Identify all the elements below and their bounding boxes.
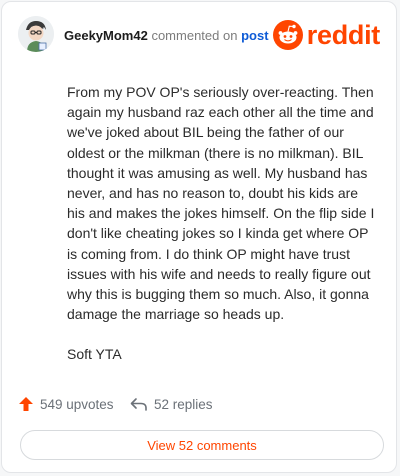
comment-meta: GeekyMom42 commented on post: [64, 28, 269, 43]
reply-count: 52 replies: [154, 396, 213, 412]
upvote-count: 549 upvotes: [40, 396, 114, 412]
view-comments-label: View 52 comments: [147, 437, 257, 453]
reply-arrow-icon: [130, 398, 147, 411]
arrow-up-icon: [19, 397, 33, 411]
reddit-wordmark: reddit: [306, 19, 381, 50]
reddit-logo[interactable]: reddit: [272, 19, 381, 50]
comment-text: From my POV OP's seriously over-reacting…: [67, 84, 375, 323]
avatar-icon: [18, 16, 54, 52]
comment-verdict: Soft YTA: [67, 346, 122, 363]
comment-card: GeekyMom42 commented on post reddit From…: [1, 1, 397, 473]
meta-verb: commented on: [151, 28, 238, 43]
replies-button[interactable]: 52 replies: [130, 396, 213, 412]
reddit-snoo-icon: [272, 20, 303, 50]
view-comments-button[interactable]: View 52 comments: [20, 430, 384, 460]
username-link[interactable]: GeekyMom42: [64, 28, 148, 43]
comment-header: GeekyMom42 commented on post reddit: [18, 16, 380, 52]
upvote-button[interactable]: 549 upvotes: [18, 396, 114, 412]
avatar[interactable]: [18, 16, 54, 52]
post-link[interactable]: post: [241, 28, 268, 43]
comment-body: From my POV OP's seriously over-reacting…: [67, 82, 377, 365]
